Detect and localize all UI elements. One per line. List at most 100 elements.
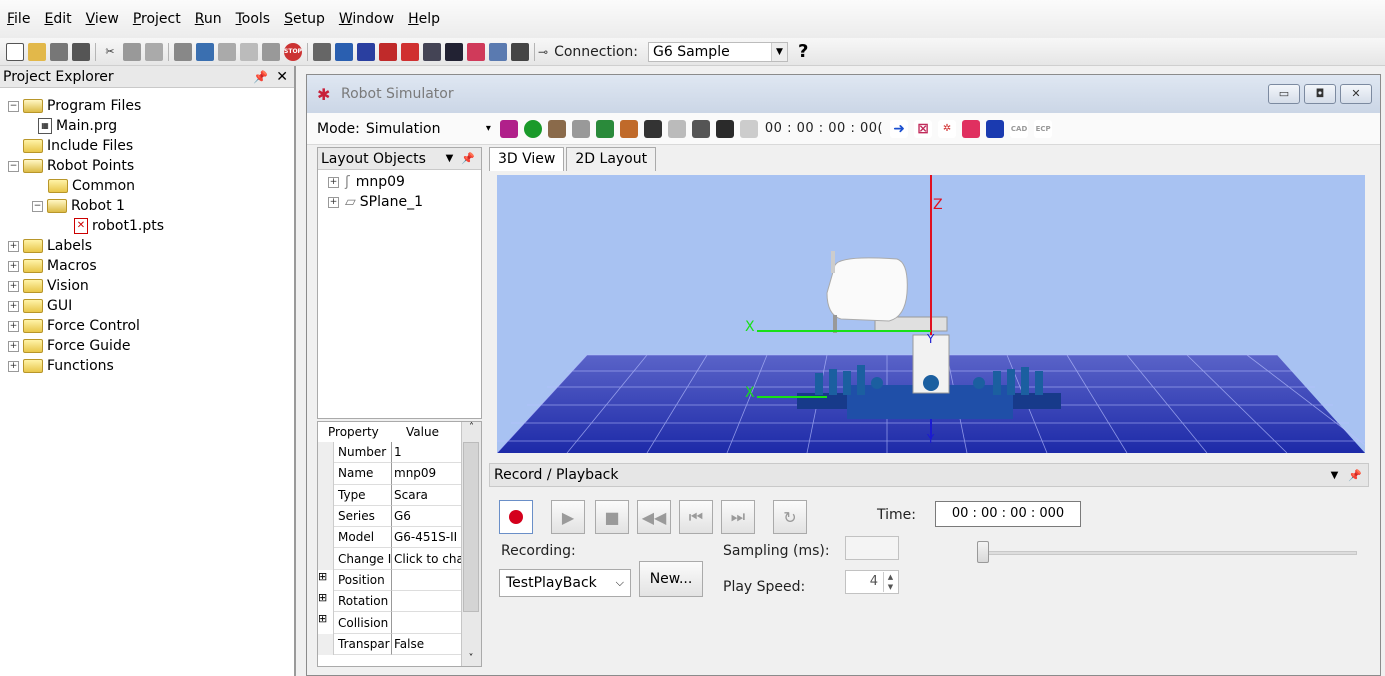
chevron-down-icon[interactable]: ▾ (486, 123, 491, 134)
property-value[interactable]: Click to cha (392, 548, 464, 570)
move-icon[interactable] (986, 119, 1005, 138)
property-scrollbar[interactable]: ˄ ˅ (461, 422, 481, 666)
menu-file[interactable]: File (6, 9, 31, 29)
robot-icon[interactable] (619, 119, 638, 138)
property-value[interactable]: Scara (392, 484, 464, 506)
property-value[interactable]: G6-451S-II (392, 527, 464, 549)
skip-start-button[interactable]: ⏮ (679, 500, 713, 534)
loop-button[interactable]: ↻ (773, 500, 807, 534)
task-manager-icon[interactable] (423, 42, 441, 61)
property-value[interactable] (392, 612, 464, 634)
tree-item-gui[interactable]: + GUI (8, 296, 294, 316)
playback-slider-thumb[interactable] (977, 541, 989, 563)
expand-icon[interactable]: + (8, 240, 19, 252)
points-icon[interactable]: ✲ (938, 119, 957, 138)
save-all-icon[interactable] (50, 42, 68, 61)
copy-icon[interactable] (123, 42, 141, 61)
tab-2d-layout[interactable]: 2D Layout (566, 147, 657, 171)
playback-slider-track[interactable] (979, 551, 1357, 555)
tree-item-robot-1[interactable]: − Robot 1 (8, 196, 294, 216)
expand-icon[interactable]: + (8, 280, 19, 292)
collision-icon[interactable]: ⊠ (914, 119, 933, 138)
menu-tools[interactable]: Tools (235, 9, 272, 29)
sampling-input[interactable] (845, 536, 899, 560)
spin-arrows-icon[interactable]: ▲ ▼ (883, 572, 897, 592)
jog-icon[interactable] (962, 119, 981, 138)
pin-icon[interactable]: 📌 (461, 152, 475, 165)
restore-icon[interactable]: ◘ (1304, 84, 1336, 104)
pin-icon[interactable]: 📌 (253, 70, 268, 84)
camera-icon[interactable] (511, 42, 529, 61)
help-button[interactable]: ? (798, 41, 808, 62)
property-value[interactable]: False (392, 633, 464, 655)
layout-item-splane[interactable]: + ▱ SPlane_1 (328, 192, 481, 212)
dropdown-icon[interactable]: ▼ (446, 153, 454, 164)
property-value[interactable] (392, 591, 464, 613)
expand-icon[interactable]: + (8, 340, 19, 352)
cut-icon[interactable]: ✂ (101, 43, 119, 61)
layout-item-mnp09[interactable]: + ʃ mnp09 (328, 172, 481, 192)
stop-icon[interactable]: STOP (284, 42, 302, 61)
gui-builder-icon[interactable] (489, 42, 507, 61)
menu-window[interactable]: Window (338, 9, 395, 29)
step-icon[interactable] (262, 42, 280, 61)
menu-help[interactable]: Help (407, 9, 441, 29)
property-row[interactable]: ⊞ Rotation (318, 591, 481, 613)
property-row[interactable]: ⊞ Position (318, 569, 481, 592)
window-icon[interactable] (196, 42, 214, 61)
expand-icon[interactable]: + (8, 320, 19, 332)
tab-3d-view[interactable]: 3D View (489, 147, 565, 171)
tree-item-functions[interactable]: + Functions (8, 356, 294, 376)
expand-icon[interactable]: + (8, 300, 19, 312)
property-row[interactable]: Transpar False (318, 633, 481, 655)
property-value[interactable]: G6 (392, 505, 464, 528)
menu-setup[interactable]: Setup (283, 9, 326, 29)
download-icon[interactable] (401, 42, 419, 61)
pin-icon[interactable]: 📌 (1348, 469, 1362, 482)
robot-manager-icon[interactable] (313, 42, 331, 61)
play-speed-stepper[interactable]: 4 ▲ ▼ (845, 570, 899, 594)
mode-select[interactable]: Simulation (366, 121, 486, 137)
menu-run[interactable]: Run (194, 9, 223, 29)
print-icon[interactable] (72, 42, 90, 61)
expand-icon[interactable]: ⊞ (318, 591, 334, 613)
property-row[interactable]: ⊞ Collision (318, 612, 481, 634)
stop-button[interactable]: ■ (595, 500, 629, 534)
collapse-icon[interactable]: − (8, 100, 19, 112)
arrow-right-icon[interactable]: ➜ (890, 119, 909, 138)
tree-item-vision[interactable]: + Vision (8, 276, 294, 296)
connection-select[interactable]: G6 Sample ▼ (648, 41, 788, 62)
calculator-icon[interactable] (174, 42, 192, 61)
cylinder-icon[interactable] (547, 119, 566, 138)
open-folder-icon[interactable] (28, 42, 46, 61)
simulator-icon[interactable] (467, 42, 485, 61)
minimize-icon[interactable]: ▭ (1268, 84, 1300, 104)
dropdown-icon[interactable]: ▼ (1331, 470, 1339, 481)
tree-item-include-files[interactable]: Include Files (8, 136, 294, 156)
io-monitor-icon[interactable] (357, 42, 375, 61)
3d-viewport[interactable]: Z X X Y Y (497, 175, 1365, 453)
camera-icon[interactable] (643, 119, 662, 138)
property-row[interactable]: Number 1 (318, 442, 481, 464)
sphere-icon[interactable] (523, 119, 542, 138)
paste-icon[interactable] (145, 42, 163, 61)
skip-end-button[interactable]: ⏭ (721, 500, 755, 534)
record-button[interactable] (499, 500, 533, 534)
property-row[interactable]: Model G6-451S-II (318, 527, 481, 549)
property-value[interactable]: 1 (392, 442, 464, 464)
tree-item-main-prg[interactable]: ▦ Main.prg (8, 116, 294, 136)
scroll-thumb[interactable] (463, 442, 479, 612)
new-recording-button[interactable]: New... (639, 561, 703, 597)
menu-project[interactable]: Project (132, 9, 182, 29)
cube-icon[interactable] (499, 119, 518, 138)
command-window-icon[interactable] (335, 42, 353, 61)
property-row[interactable]: Type Scara (318, 484, 481, 506)
jog-icon[interactable] (379, 42, 397, 61)
scroll-down-icon[interactable]: ˅ (462, 653, 480, 664)
variables-icon[interactable] (445, 42, 463, 61)
property-row[interactable]: Series G6 (318, 505, 481, 528)
collapse-icon[interactable]: − (32, 200, 43, 212)
property-value[interactable] (392, 569, 464, 592)
collapse-icon[interactable]: − (8, 160, 19, 172)
scroll-up-icon[interactable]: ˄ (462, 422, 481, 440)
